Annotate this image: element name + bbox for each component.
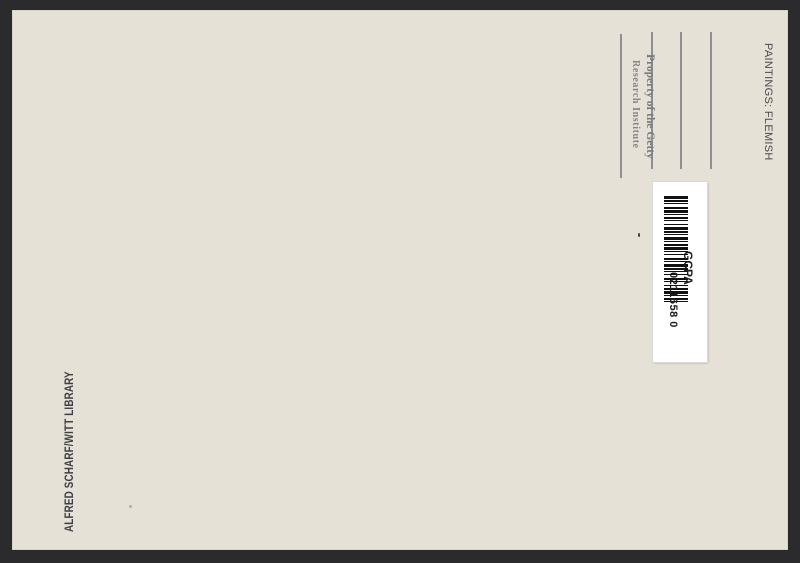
barcode-bar bbox=[664, 200, 688, 202]
paper-speck bbox=[638, 233, 640, 237]
barcode-bar bbox=[664, 244, 688, 246]
barcode-code: GCPA bbox=[681, 251, 695, 285]
paper-speck bbox=[129, 505, 132, 508]
barcode-bar bbox=[664, 227, 688, 230]
index-rule bbox=[710, 32, 712, 169]
barcode-bar bbox=[664, 231, 688, 233]
ownership-stamp: Property of the Getty Research Institute bbox=[626, 54, 658, 194]
barcode-bar bbox=[664, 207, 688, 209]
barcode-bar bbox=[664, 220, 688, 221]
barcode-number: 0211658 0 bbox=[667, 272, 679, 328]
library-label: ALFRED SCHARF/WITT LIBRARY bbox=[62, 371, 76, 532]
barcode-label: GCPA 0211658 0 bbox=[653, 182, 707, 362]
barcode-bar bbox=[664, 234, 688, 235]
category-label: PAINTINGS: FLEMISH bbox=[762, 43, 774, 161]
barcode-bar bbox=[664, 210, 688, 213]
index-rule bbox=[680, 32, 682, 169]
index-rule bbox=[620, 34, 622, 178]
barcode-bar bbox=[664, 196, 688, 199]
barcode-bar bbox=[664, 203, 688, 204]
barcode-bar bbox=[664, 217, 688, 219]
stamp-line-1: Property of the Getty bbox=[644, 54, 656, 159]
stamp-line-2: Research Institute bbox=[630, 60, 641, 149]
barcode-bar bbox=[664, 247, 688, 250]
barcode-bar bbox=[664, 214, 688, 215]
barcode-bar bbox=[664, 237, 688, 240]
barcode-bar bbox=[664, 224, 688, 225]
barcode-bar bbox=[664, 241, 688, 242]
